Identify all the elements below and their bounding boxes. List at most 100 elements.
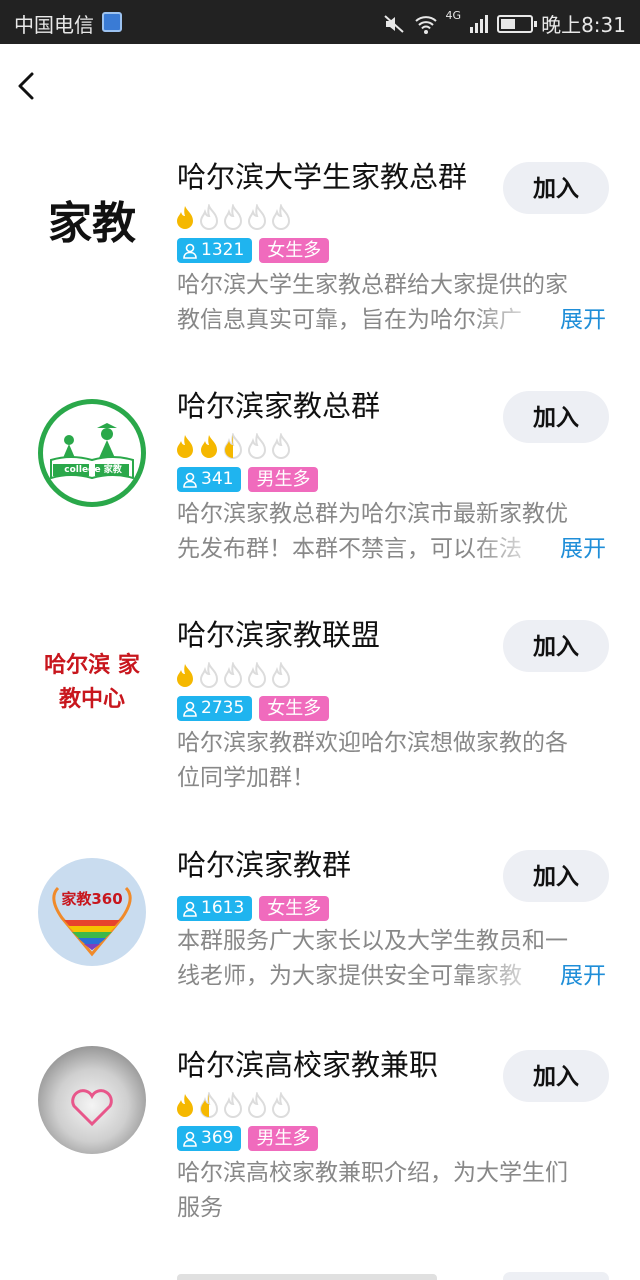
member-count: 2735 [201, 698, 245, 718]
avatar-text: 哈尔滨 家教中心 [44, 652, 140, 712]
status-icons: 4G 晚上8:31 [382, 9, 626, 38]
group-item[interactable]: college 家教 哈尔滨家教总群 341 男生多 哈尔滨家教总群为哈尔滨市最… [0, 379, 640, 607]
group-tags: 1321 女生多 [177, 238, 330, 263]
description-line: 哈尔滨高校家教兼职介绍，为大学生们 [177, 1160, 568, 1186]
member-count: 341 [201, 469, 234, 489]
person-icon [183, 701, 197, 717]
group-description: 哈尔滨家教群欢迎哈尔滨想做家教的各 位同学加群！ [177, 726, 607, 796]
flame-icon [199, 1092, 219, 1118]
member-count: 1613 [201, 898, 245, 918]
description-line: 哈尔滨家教总群为哈尔滨市最新家教优 [177, 501, 568, 527]
group-item[interactable]: 家教 哈尔滨大学生家教总群 1321 女生多 哈尔滨大学生家教总群给大家提供的家… [0, 150, 640, 378]
description-line: 教信息真实可靠，旨在为哈尔滨广 [177, 307, 522, 333]
flame-icon [247, 1092, 267, 1118]
member-count-badge: 2735 [177, 696, 253, 721]
group-avatar: 家教360 [38, 858, 146, 966]
gender-badge: 男生多 [248, 1126, 319, 1151]
flame-icon [199, 662, 219, 688]
description-line: 哈尔滨大学生家教总群给大家提供的家 [177, 272, 568, 298]
join-button[interactable]: 加入 [503, 620, 609, 672]
clock: 晚上8:31 [541, 13, 626, 37]
group-tags: 2735 女生多 [177, 696, 330, 721]
description-line: 服务 [177, 1195, 223, 1221]
partial-title-placeholder [177, 1274, 437, 1280]
description-line: 先发布群！本群不禁言，可以在法 [177, 536, 522, 562]
group-name: 哈尔滨家教群 [177, 848, 352, 882]
flame-icon [223, 1092, 243, 1118]
heart-logo-icon [52, 886, 132, 957]
flame-icon [247, 662, 267, 688]
person-icon [183, 1131, 197, 1147]
signal-icon [470, 14, 489, 33]
person-icon [183, 243, 197, 259]
description-line: 哈尔滨家教群欢迎哈尔滨想做家教的各 [177, 730, 568, 756]
group-tags: 369 男生多 [177, 1126, 319, 1151]
group-description: 本群服务广大家长以及大学生教员和一 线老师，为大家提供安全可靠家教 [177, 924, 607, 994]
group-item[interactable]: 哈尔滨高校家教兼职 369 男生多 哈尔滨高校家教兼职介绍，为大学生们 服务 加… [0, 1038, 640, 1266]
heat-rating [174, 204, 292, 230]
expand-link[interactable]: 展开 [560, 532, 606, 567]
group-name: 哈尔滨高校家教兼职 [177, 1048, 439, 1082]
flame-icon [271, 204, 291, 230]
flame-icon [247, 204, 267, 230]
group-avatar [38, 1046, 146, 1154]
chevron-left-icon[interactable] [10, 64, 50, 108]
group-description: 哈尔滨高校家教兼职介绍，为大学生们 服务 [177, 1156, 607, 1226]
flame-icon [199, 204, 219, 230]
group-avatar: 家教 [38, 170, 146, 278]
group-item[interactable]: 哈尔滨 家教中心 哈尔滨家教联盟 2735 女生多 哈尔滨家教群欢迎哈尔滨想做家… [0, 608, 640, 836]
flame-icon [201, 435, 217, 458]
partial-join-button[interactable] [503, 1272, 609, 1280]
group-description: 哈尔滨大学生家教总群给大家提供的家 教信息真实可靠，旨在为哈尔滨广 [177, 268, 607, 338]
flame-icon [271, 433, 291, 459]
group-item-partial[interactable] [0, 1270, 640, 1280]
group-tags: 341 男生多 [177, 467, 319, 492]
member-count-badge: 341 [177, 467, 242, 492]
join-button[interactable]: 加入 [503, 850, 609, 902]
flame-icon [177, 1094, 193, 1117]
member-count-badge: 1321 [177, 238, 253, 263]
flame-icon [177, 435, 193, 458]
join-button[interactable]: 加入 [503, 162, 609, 214]
expand-link[interactable]: 展开 [560, 959, 606, 994]
member-count-badge: 1613 [177, 896, 253, 921]
group-name: 哈尔滨大学生家教总群 [177, 160, 468, 194]
gender-badge: 女生多 [259, 238, 330, 263]
flame-icon [223, 433, 243, 459]
group-name: 哈尔滨家教总群 [177, 389, 381, 423]
group-avatar: 哈尔滨 家教中心 [38, 628, 146, 736]
group-tags: 1613 女生多 [177, 896, 330, 921]
flame-icon [177, 664, 193, 687]
group-avatar: college 家教 [38, 399, 146, 507]
status-bar: 中国电信 4G 晚上8:31 [0, 0, 640, 44]
group-item[interactable]: 家教360 哈尔滨家教群 1613 女生多 本群服务广大家长以及大学生教员和一 … [0, 838, 640, 1066]
battery-icon [497, 14, 538, 33]
person-icon [183, 472, 197, 488]
person-icon [183, 901, 197, 917]
avatar-text: 家教360 [61, 890, 123, 908]
gender-badge: 女生多 [259, 696, 330, 721]
member-count: 369 [201, 1128, 234, 1148]
expand-link[interactable]: 展开 [560, 303, 606, 338]
gender-badge: 女生多 [259, 896, 330, 921]
flame-icon [223, 204, 243, 230]
description-line: 线老师，为大家提供安全可靠家教 [177, 963, 522, 989]
member-count-badge: 369 [177, 1126, 242, 1151]
join-button[interactable]: 加入 [503, 1050, 609, 1102]
gender-badge: 男生多 [248, 467, 319, 492]
carrier-label: 中国电信 [14, 13, 94, 37]
college-logo-icon [50, 423, 134, 480]
flame-icon [223, 662, 243, 688]
join-button[interactable]: 加入 [503, 391, 609, 443]
heat-rating [174, 1092, 292, 1118]
group-description: 哈尔滨家教总群为哈尔滨市最新家教优 先发布群！本群不禁言，可以在法 [177, 497, 607, 567]
heart-icon [71, 1089, 113, 1127]
member-count: 1321 [201, 240, 245, 260]
flame-icon [177, 206, 193, 229]
heat-rating [174, 662, 292, 688]
wifi-icon [414, 15, 437, 34]
flame-icon [247, 433, 267, 459]
group-name: 哈尔滨家教联盟 [177, 618, 381, 652]
shield-icon [102, 12, 122, 32]
description-line: 本群服务广大家长以及大学生教员和一 [177, 928, 568, 954]
